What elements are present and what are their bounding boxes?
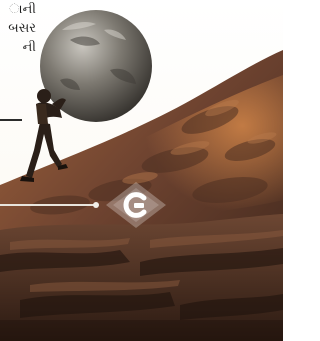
hero-photo bbox=[0, 0, 283, 341]
article-line-1: ાની bbox=[9, 2, 36, 17]
article-line-2: બસર bbox=[8, 21, 36, 36]
article-line-3: ની bbox=[22, 40, 36, 55]
article-hero: ાની બસર ની bbox=[0, 0, 283, 341]
article-text-excerpt: ાની બસર ની bbox=[0, 0, 36, 57]
brand-logo-icon bbox=[104, 180, 168, 230]
